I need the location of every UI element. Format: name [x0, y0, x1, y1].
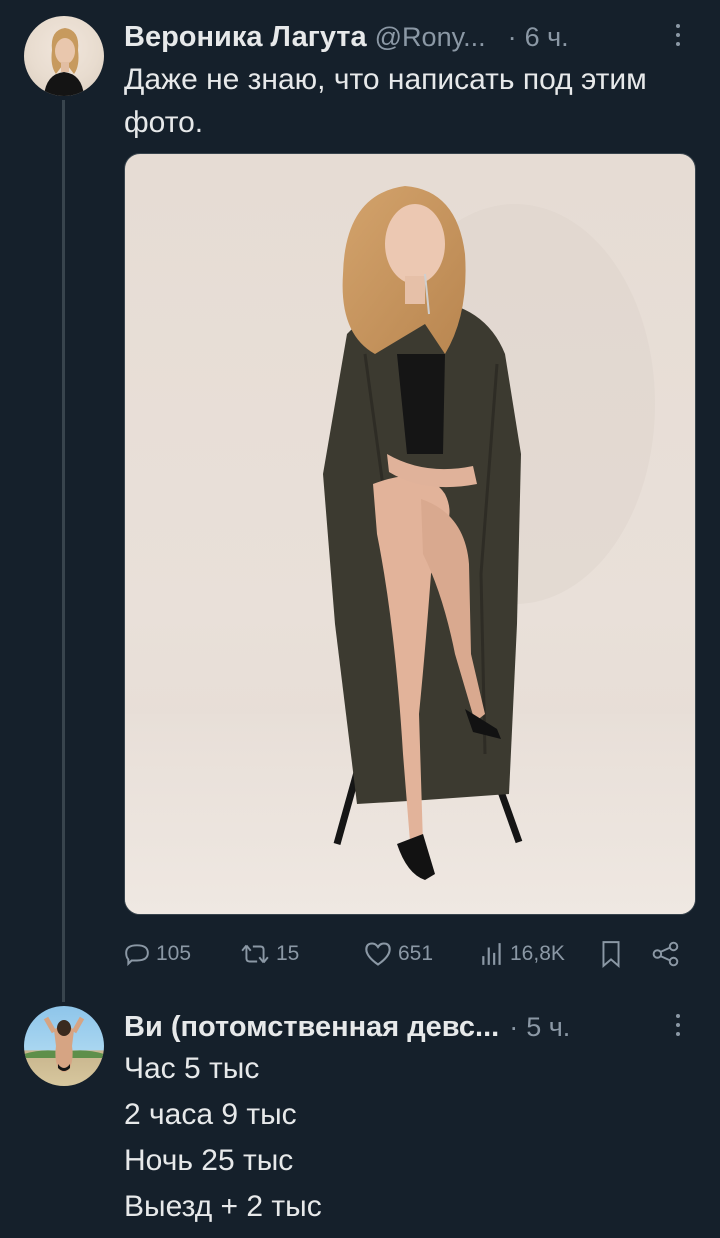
author-avatar[interactable] — [24, 1006, 104, 1086]
tweet-header: Вероника Лагута @Rony... · 6 ч. — [124, 18, 690, 56]
separator-dot: · — [509, 1011, 519, 1042]
share-icon — [652, 941, 680, 967]
like-count: 651 — [398, 942, 434, 965]
tweet-text-line: Ночь 25 тыс — [124, 1144, 294, 1177]
retweet-icon — [240, 941, 270, 967]
author-avatar[interactable] — [24, 16, 104, 96]
heart-icon — [364, 941, 392, 967]
tweet-text: Час 5 тыс 2 часа 9 тыс Ночь 25 тыс Выезд… — [124, 1046, 690, 1230]
retweet-button[interactable]: 15 — [240, 936, 299, 972]
author-name[interactable]: Ви (потомственная девс... — [124, 1011, 499, 1044]
tweet-timestamp[interactable]: 6 ч. — [525, 22, 569, 53]
reply-icon — [124, 941, 150, 967]
tweet-text: Даже не знаю, что написать под этим фото… — [124, 63, 647, 139]
views-count: 16,8K — [510, 942, 565, 965]
views-icon — [480, 941, 504, 967]
retweet-count: 15 — [276, 942, 300, 965]
like-button[interactable]: 651 — [364, 936, 433, 972]
tweet-text-line: Выезд + 2 тыс — [124, 1190, 322, 1223]
tweet-timestamp[interactable]: 5 ч. — [526, 1012, 570, 1043]
bookmark-button[interactable] — [600, 936, 622, 972]
thread-connector-line — [62, 100, 65, 1002]
share-button[interactable] — [652, 936, 680, 972]
more-vertical-icon[interactable] — [668, 18, 688, 52]
separator-dot: · — [507, 21, 517, 52]
more-vertical-icon[interactable] — [668, 1008, 688, 1042]
tweet-text-line: 2 часа 9 тыс — [124, 1098, 297, 1131]
author-handle[interactable]: @Rony... — [375, 22, 486, 53]
author-name[interactable]: Вероника Лагута — [124, 21, 367, 54]
reply-count: 105 — [156, 942, 192, 965]
tweet-photo[interactable] — [124, 153, 696, 915]
tweet-header: Ви (потомственная девс... · 5 ч. — [124, 1008, 690, 1046]
tweet-text-line: Час 5 тыс — [124, 1052, 260, 1085]
bookmark-icon — [600, 940, 622, 968]
reply-button[interactable]: 105 — [124, 936, 191, 972]
views-button[interactable]: 16,8K — [480, 936, 565, 972]
tweet-actions-bar: 105 15 651 16,8K — [124, 936, 684, 972]
